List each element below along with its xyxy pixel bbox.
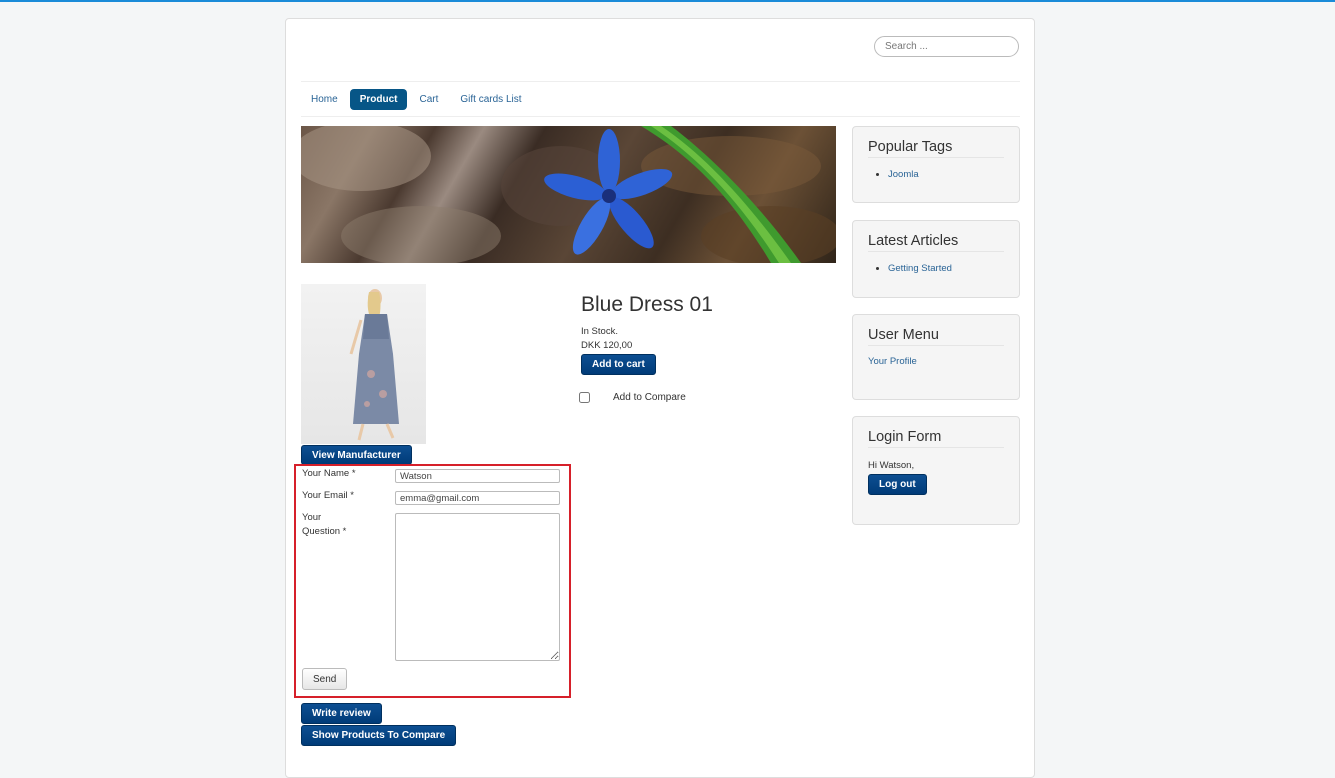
page-container: Home Product Cart Gift cards List xyxy=(285,18,1035,778)
latest-articles-list: Getting Started xyxy=(868,263,952,274)
latest-articles-module: Latest Articles Getting Started xyxy=(852,220,1020,298)
add-to-compare-label: Add to Compare xyxy=(613,392,686,403)
banner-flower-graphic xyxy=(301,126,836,263)
add-to-cart-button[interactable]: Add to cart xyxy=(581,354,656,375)
send-button[interactable]: Send xyxy=(302,668,347,690)
login-form-title: Login Form xyxy=(868,429,1004,448)
show-products-to-compare-button[interactable]: Show Products To Compare xyxy=(301,725,457,746)
dress-model-illustration xyxy=(349,289,399,441)
popular-tags-list: Joomla xyxy=(868,169,919,180)
write-review-button[interactable]: Write review xyxy=(301,703,382,724)
list-item: Joomla xyxy=(888,169,919,180)
product-image xyxy=(301,284,426,444)
popular-tags-module: Popular Tags Joomla xyxy=(852,126,1020,203)
add-to-compare-checkbox[interactable] xyxy=(579,392,590,403)
banner-image xyxy=(301,126,836,263)
stock-status: In Stock. xyxy=(581,326,618,337)
main-nav: Home Product Cart Gift cards List xyxy=(301,88,534,111)
nav-product[interactable]: Product xyxy=(349,89,408,110)
latest-articles-title: Latest Articles xyxy=(868,233,1004,252)
user-menu-title: User Menu xyxy=(868,327,1004,346)
question-label-line1: Your xyxy=(302,512,322,523)
view-manufacturer-button[interactable]: View Manufacturer xyxy=(301,445,412,465)
login-greeting: Hi Watson, xyxy=(868,460,915,471)
question-form-highlight: Your Name * Your Email * Your Question *… xyxy=(294,464,571,698)
product-price: DKK 120,00 xyxy=(581,340,633,351)
your-profile-link[interactable]: Your Profile xyxy=(868,356,917,367)
logout-button[interactable]: Log out xyxy=(868,474,927,495)
divider xyxy=(301,116,1020,117)
nav-gift-cards[interactable]: Gift cards List xyxy=(450,89,531,110)
user-menu-module: User Menu Your Profile xyxy=(852,314,1020,400)
name-label: Your Name * xyxy=(302,468,356,479)
question-textarea[interactable] xyxy=(395,513,560,661)
product-title: Blue Dress 01 xyxy=(581,293,713,316)
question-label-line2: Question * xyxy=(302,526,347,537)
divider xyxy=(301,81,1020,82)
login-form-module: Login Form Hi Watson, Log out xyxy=(852,416,1020,525)
list-item: Getting Started xyxy=(888,263,952,274)
popular-tags-title: Popular Tags xyxy=(868,139,1004,158)
email-label: Your Email * xyxy=(302,490,354,501)
nav-cart[interactable]: Cart xyxy=(409,89,448,110)
name-field[interactable] xyxy=(395,469,560,483)
search-input[interactable] xyxy=(874,36,1019,57)
article-link-getting-started[interactable]: Getting Started xyxy=(888,263,952,274)
email-field[interactable] xyxy=(395,491,560,505)
tag-link-joomla[interactable]: Joomla xyxy=(888,169,919,180)
nav-home[interactable]: Home xyxy=(301,89,348,110)
